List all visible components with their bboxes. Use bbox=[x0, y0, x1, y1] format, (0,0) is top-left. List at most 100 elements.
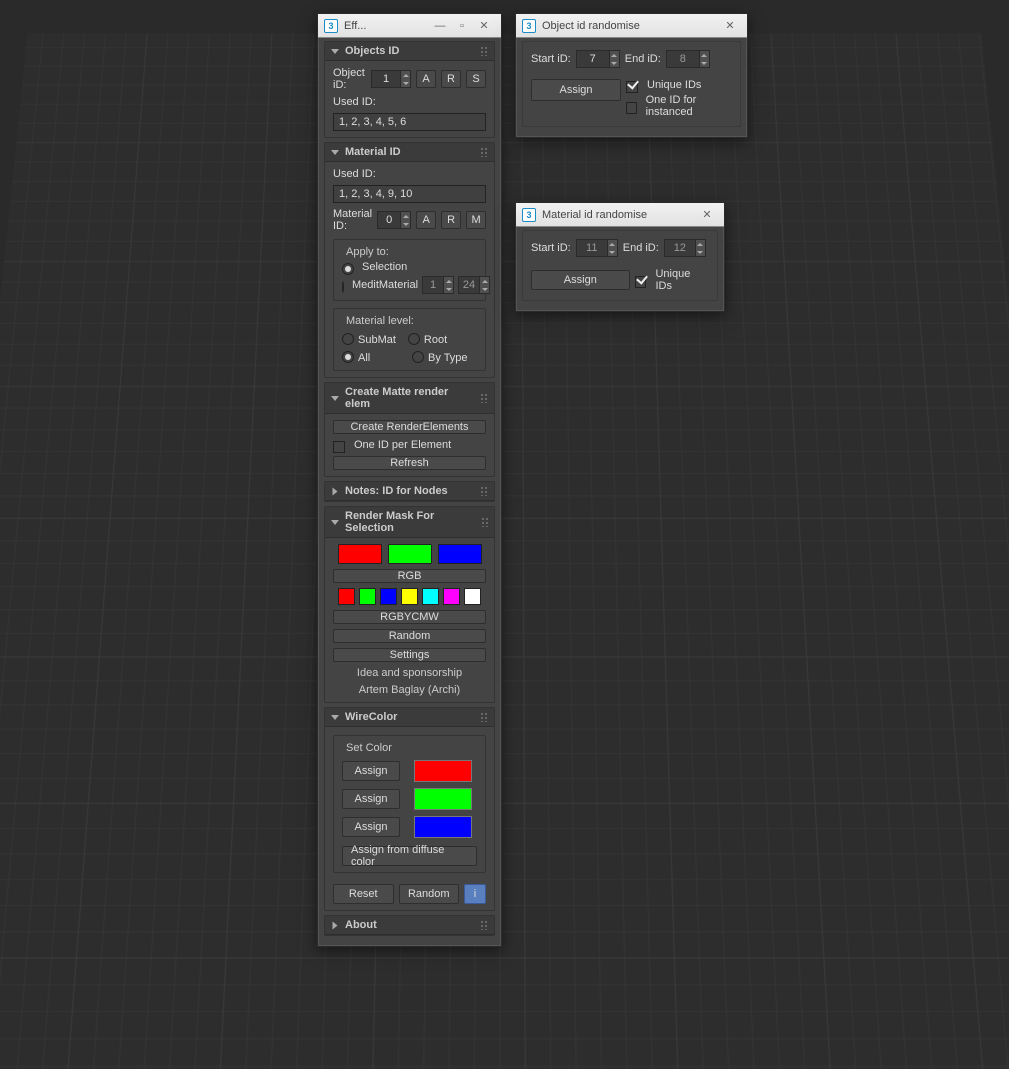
rollout-head-about[interactable]: About bbox=[325, 916, 494, 935]
end-id-spinner[interactable] bbox=[666, 50, 710, 68]
medit-spinner-2[interactable] bbox=[458, 276, 490, 294]
wirecolor-reset-button[interactable]: Reset bbox=[333, 884, 394, 904]
mask-settings-button[interactable]: Settings bbox=[333, 648, 486, 662]
credit-line-1: Idea and sponsorship bbox=[333, 667, 486, 679]
assign-button[interactable]: Assign bbox=[531, 270, 630, 290]
start-id-label: Start iD: bbox=[531, 242, 571, 254]
rollout-head-objects-id[interactable]: Objects ID bbox=[325, 42, 494, 61]
swatch-blue[interactable] bbox=[438, 544, 482, 564]
window-title: Object id randomise bbox=[542, 20, 719, 32]
wirecolor-swatch-blue[interactable] bbox=[414, 816, 472, 838]
object-id-input[interactable] bbox=[372, 71, 400, 87]
assign-button[interactable]: Assign bbox=[531, 79, 621, 101]
medit-spinner-1[interactable] bbox=[422, 276, 454, 294]
window-title: Material id randomise bbox=[542, 209, 696, 221]
wirecolor-swatch-red[interactable] bbox=[414, 760, 472, 782]
material-id-input[interactable] bbox=[378, 212, 400, 228]
viewport-grid bbox=[0, 34, 1009, 1069]
swatch-g[interactable] bbox=[359, 588, 376, 605]
spin-down[interactable] bbox=[400, 220, 410, 228]
mat-assign-button[interactable]: A bbox=[416, 211, 436, 229]
radio-selection-label: Selection bbox=[362, 261, 407, 273]
grip-icon bbox=[480, 486, 488, 496]
minimize-button[interactable]: — bbox=[429, 20, 451, 32]
mat-m-button[interactable]: M bbox=[466, 211, 486, 229]
start-id-spinner[interactable] bbox=[576, 50, 620, 68]
rollout-head-create-matte[interactable]: Create Matte render elem bbox=[325, 383, 494, 414]
main-window: 3 Eff... — ▫ ✕ Objects ID Object iD: A bbox=[317, 13, 502, 947]
swatch-green[interactable] bbox=[388, 544, 432, 564]
one-id-label: One ID per Element bbox=[354, 439, 451, 451]
swatch-red[interactable] bbox=[338, 544, 382, 564]
close-button[interactable]: ✕ bbox=[719, 19, 741, 32]
swatch-m[interactable] bbox=[443, 588, 460, 605]
material-id-randomise-window: 3 Material id randomise ✕ Start iD: End … bbox=[515, 202, 725, 312]
end-id-spinner[interactable] bbox=[664, 239, 706, 257]
swatch-b[interactable] bbox=[380, 588, 397, 605]
select-button[interactable]: S bbox=[466, 70, 486, 88]
material-level-title: Material level: bbox=[342, 315, 418, 327]
wirecolor-swatch-green[interactable] bbox=[414, 788, 472, 810]
rollout-head-notes[interactable]: Notes: ID for Nodes bbox=[325, 482, 494, 501]
rgb-button[interactable]: RGB bbox=[333, 569, 486, 583]
object-id-spinner[interactable] bbox=[371, 70, 411, 88]
titlebar[interactable]: 3 Object id randomise ✕ bbox=[516, 14, 747, 38]
rgbycmw-button[interactable]: RGBYCMW bbox=[333, 610, 486, 624]
assign-button[interactable]: A bbox=[416, 70, 436, 88]
app-icon: 3 bbox=[522, 19, 536, 33]
swatch-y[interactable] bbox=[401, 588, 418, 605]
credit-line-2: Artem Baglay (Archi) bbox=[333, 684, 486, 696]
titlebar[interactable]: 3 Eff... — ▫ ✕ bbox=[318, 14, 501, 38]
rollout-objects-id: Objects ID Object iD: A R S Used ID: bbox=[324, 41, 495, 138]
spin-up[interactable] bbox=[400, 212, 410, 220]
material-id-spinner[interactable] bbox=[377, 211, 411, 229]
radio-all[interactable] bbox=[342, 351, 354, 363]
rollout-head-render-mask[interactable]: Render Mask For Selection bbox=[325, 507, 494, 538]
checkbox-unique-ids[interactable] bbox=[635, 276, 647, 288]
swatch-c[interactable] bbox=[422, 588, 439, 605]
app-icon: 3 bbox=[522, 208, 536, 222]
grip-icon bbox=[481, 517, 488, 527]
random-button[interactable]: R bbox=[441, 70, 461, 88]
used-id-field[interactable] bbox=[333, 113, 486, 131]
assign-red-button[interactable]: Assign bbox=[342, 761, 400, 781]
mat-used-label: Used ID: bbox=[333, 168, 486, 180]
wirecolor-info-button[interactable]: i bbox=[464, 884, 486, 904]
rgbycmw-swatches bbox=[333, 588, 486, 605]
rollout-title: Objects ID bbox=[345, 45, 399, 57]
checkbox-unique-ids[interactable] bbox=[626, 81, 638, 93]
wirecolor-random-button[interactable]: Random bbox=[399, 884, 460, 904]
rollout-title: About bbox=[345, 919, 377, 931]
assign-diffuse-button[interactable]: Assign from diffuse color bbox=[342, 846, 477, 866]
checkbox-one-instanced[interactable] bbox=[626, 102, 637, 114]
close-button[interactable]: ✕ bbox=[696, 208, 718, 221]
end-id-label: End iD: bbox=[623, 242, 659, 254]
titlebar[interactable]: 3 Material id randomise ✕ bbox=[516, 203, 724, 227]
start-id-spinner[interactable] bbox=[576, 239, 618, 257]
refresh-button[interactable]: Refresh bbox=[333, 456, 486, 470]
spin-up[interactable] bbox=[400, 71, 410, 79]
radio-submat[interactable] bbox=[342, 333, 354, 345]
checkbox-one-id[interactable] bbox=[333, 441, 345, 453]
object-id-label: Object iD: bbox=[333, 67, 366, 91]
rollout-head-wirecolor[interactable]: WireColor bbox=[325, 708, 494, 727]
mat-random-button[interactable]: R bbox=[441, 211, 461, 229]
spin-down[interactable] bbox=[400, 79, 410, 87]
radio-bytype[interactable] bbox=[412, 351, 424, 363]
close-button[interactable]: ✕ bbox=[473, 19, 495, 32]
radio-root[interactable] bbox=[408, 333, 420, 345]
swatch-w[interactable] bbox=[464, 588, 481, 605]
assign-green-button[interactable]: Assign bbox=[342, 789, 400, 809]
radio-selection[interactable] bbox=[342, 263, 354, 275]
swatch-r[interactable] bbox=[338, 588, 355, 605]
end-id-label: End iD: bbox=[625, 53, 661, 65]
caret-icon bbox=[331, 49, 339, 54]
mask-random-button[interactable]: Random bbox=[333, 629, 486, 643]
apply-to-title: Apply to: bbox=[342, 246, 393, 258]
create-render-elements-button[interactable]: Create RenderElements bbox=[333, 420, 486, 434]
rollout-head-material-id[interactable]: Material ID bbox=[325, 143, 494, 162]
assign-blue-button[interactable]: Assign bbox=[342, 817, 400, 837]
radio-medit-material[interactable] bbox=[342, 281, 344, 293]
maximize-button[interactable]: ▫ bbox=[451, 20, 473, 32]
mat-used-field[interactable] bbox=[333, 185, 486, 203]
